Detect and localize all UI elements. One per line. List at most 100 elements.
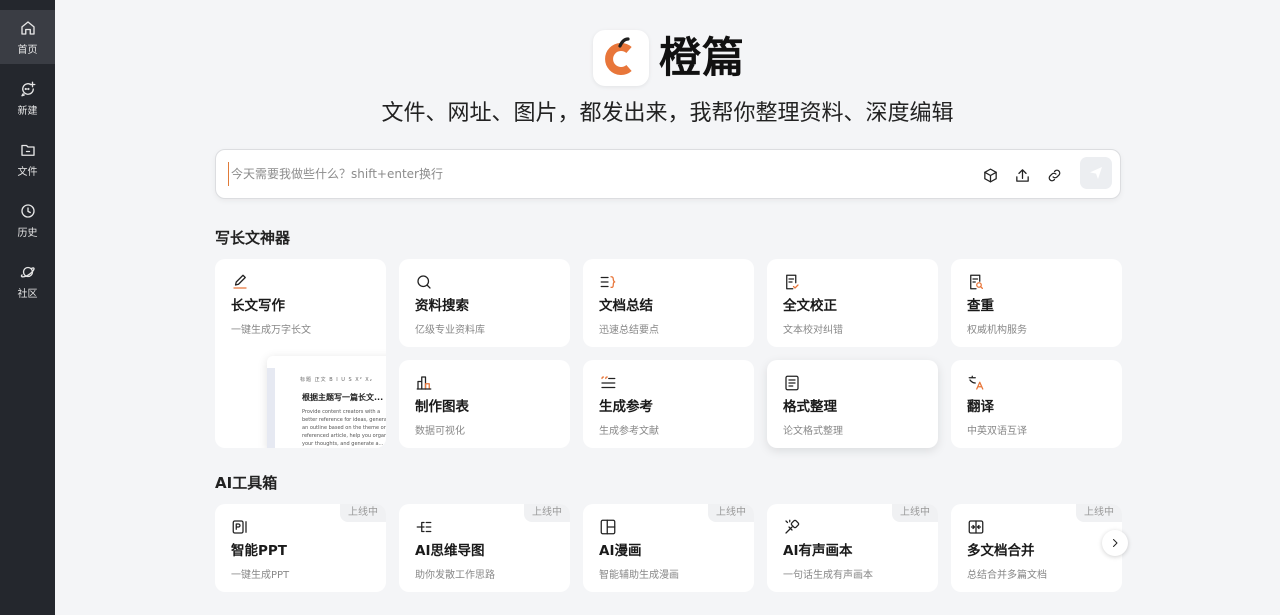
upload-button[interactable] [1010, 163, 1034, 187]
doc-preview-body: Provide content creators with a better r… [302, 409, 386, 447]
card-title: 全文校正 [783, 298, 837, 314]
card-title: 生成参考 [599, 399, 653, 415]
planet-icon [20, 266, 35, 277]
tagline: 文件、网址、图片，都发出来，我帮你整理资料、深度编辑 [381, 101, 954, 126]
cube-button[interactable] [978, 163, 1002, 187]
card-title: 查重 [967, 298, 994, 314]
card-desc: 助你发散工作思路 [415, 570, 495, 581]
card-desc: 数据可视化 [415, 426, 465, 437]
plagiarism-check-icon [967, 273, 987, 291]
card-desc: 亿级专业资料库 [415, 325, 485, 336]
audiobook-icon [783, 518, 803, 536]
status-badge: 上线中 [892, 504, 938, 522]
brand-name: 橙篇 [659, 33, 746, 82]
card-plagiarism-check[interactable]: 查重 权威机构服务 [951, 259, 1122, 347]
card-doc-summary[interactable]: 文档总结 迅速总结要点 [583, 259, 754, 347]
search-icon [415, 273, 435, 291]
pen-icon [231, 273, 251, 291]
doc-preview-strip [267, 368, 275, 448]
chart-icon [415, 374, 435, 392]
ppt-icon [231, 518, 251, 536]
doc-preview-title: 根据主题写一篇长文... [302, 393, 384, 402]
proofread-icon [783, 273, 803, 291]
status-badge: 上线中 [340, 504, 386, 522]
doc-preview-toolbar-buttons: B I U S X² X₂ [329, 377, 373, 383]
carousel-next-button[interactable] [1102, 530, 1128, 556]
card-translate[interactable]: 翻译 中英双语互译 [951, 360, 1122, 448]
card-desc: 智能辅助生成漫画 [599, 570, 679, 581]
clock-icon [20, 203, 35, 218]
card-desc: 一句话生成有声画本 [783, 570, 873, 581]
card-title: AI思维导图 [415, 543, 485, 559]
home-icon [20, 20, 35, 35]
card-title: 资料搜索 [415, 298, 469, 314]
card-title: 多文档合并 [967, 543, 1035, 559]
format-icon [783, 374, 803, 392]
card-reference[interactable]: 生成参考 生成参考文献 [583, 360, 754, 448]
sidebar-item-label: 新建 [17, 105, 38, 117]
sidebar: 首页 新建 文件 历史 社区 [0, 0, 55, 615]
card-desc: 总结合并多篇文档 [967, 570, 1047, 581]
chevron-right-icon [1113, 539, 1118, 547]
send-button[interactable] [1080, 157, 1112, 189]
sidebar-item-label: 社区 [17, 288, 38, 300]
sidebar-item-label: 文件 [17, 166, 38, 178]
status-badge: 上线中 [708, 504, 754, 522]
quote-icon [599, 374, 619, 392]
status-badge: 上线中 [1076, 504, 1122, 522]
translate-icon [967, 374, 987, 392]
link-button[interactable] [1042, 163, 1066, 187]
comic-icon [599, 518, 619, 536]
section-title-toolbox: AI工具箱 [215, 474, 278, 492]
card-desc: 文本校对纠错 [783, 325, 843, 336]
card-title: 文档总结 [599, 298, 653, 314]
card-desc: 一键生成PPT [231, 570, 290, 581]
sidebar-item-community[interactable]: 社区 [0, 254, 55, 308]
card-title: 智能PPT [231, 543, 287, 559]
card-format[interactable]: 格式整理 论文格式整理 [767, 360, 938, 448]
sidebar-item-label: 首页 [17, 44, 38, 56]
main-content: 橙篇 文件、网址、图片，都发出来，我帮你整理资料、深度编辑 写长文神器 长文写作… [55, 0, 1280, 615]
new-chat-icon [20, 81, 35, 96]
card-title: 翻译 [967, 399, 994, 415]
card-desc: 一键生成万字长文 [231, 325, 311, 336]
folder-icon [20, 144, 35, 156]
status-badge: 上线中 [524, 504, 570, 522]
card-title: 长文写作 [231, 298, 285, 314]
chat-input[interactable] [228, 162, 968, 186]
card-desc: 权威机构服务 [967, 325, 1027, 336]
sidebar-item-new[interactable]: 新建 [0, 71, 55, 125]
card-title: 制作图表 [415, 399, 469, 415]
card-desc: 中英双语互译 [967, 426, 1027, 437]
card-title: AI漫画 [599, 543, 642, 559]
upload-icon [1015, 168, 1029, 182]
sidebar-item-label: 历史 [17, 227, 38, 239]
sidebar-item-files[interactable]: 文件 [0, 132, 55, 186]
card-proofread[interactable]: 全文校正 文本校对纠错 [767, 259, 938, 347]
card-search[interactable]: 资料搜索 亿级专业资料库 [399, 259, 570, 347]
card-title: AI有声画本 [783, 543, 853, 559]
card-desc: 生成参考文献 [599, 426, 659, 437]
doc-preview: 标题 正文 B I U S X² X₂ 根据主题写一篇长文... Provide… [267, 356, 386, 448]
card-audiobook[interactable]: 上线中 AI有声画本 一句话生成有声画本 [767, 504, 938, 592]
cube-icon [983, 167, 997, 183]
card-desc: 论文格式整理 [783, 426, 843, 437]
send-icon [1090, 167, 1102, 179]
sidebar-item-home[interactable]: 首页 [0, 10, 55, 64]
card-title: 格式整理 [783, 399, 837, 415]
card-merge-docs[interactable]: 上线中 多文档合并 总结合并多篇文档 [951, 504, 1122, 592]
section-title-writing: 写长文神器 [215, 229, 291, 247]
card-ppt[interactable]: 上线中 智能PPT 一键生成PPT [215, 504, 386, 592]
card-comic[interactable]: 上线中 AI漫画 智能辅助生成漫画 [583, 504, 754, 592]
doc-preview-toolbar-prefix: 标题 正文 [300, 377, 327, 383]
summary-icon [599, 273, 619, 291]
doc-preview-toolbar: 标题 正文 B I U S X² X₂ [300, 376, 373, 383]
mindmap-icon [415, 518, 435, 536]
link-icon [1048, 169, 1060, 181]
card-mindmap[interactable]: 上线中 AI思维导图 助你发散工作思路 [399, 504, 570, 592]
sidebar-item-history[interactable]: 历史 [0, 193, 55, 247]
card-long-writing[interactable]: 长文写作 一键生成万字长文 标题 正文 B I U S X² X₂ 根据主题写一… [215, 259, 386, 448]
chat-box [215, 149, 1121, 199]
merge-docs-icon [967, 518, 987, 536]
card-chart[interactable]: 制作图表 数据可视化 [399, 360, 570, 448]
